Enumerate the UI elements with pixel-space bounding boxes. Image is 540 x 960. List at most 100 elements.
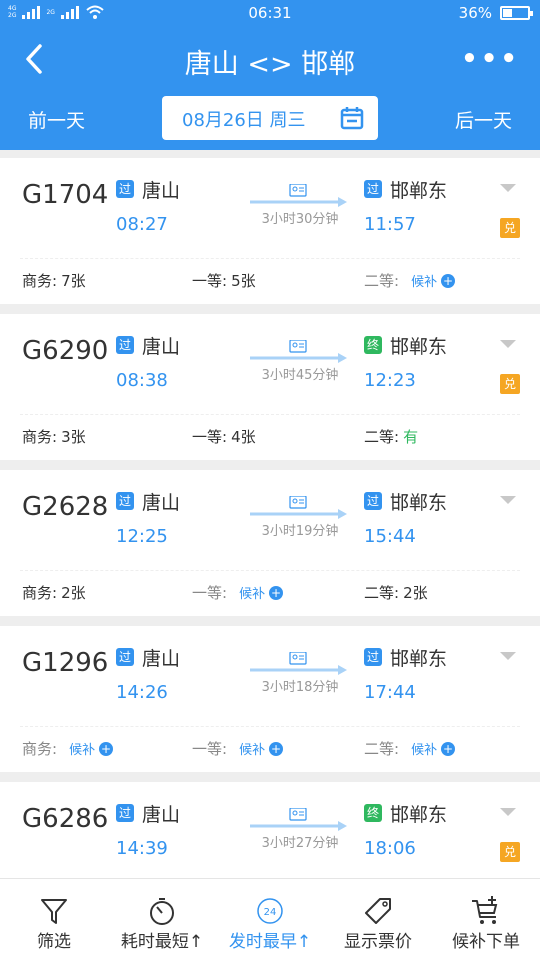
station-type-badge: 终	[364, 336, 382, 354]
arrival-station-name: 邯郸东	[390, 492, 448, 514]
seat-availability: 商务: 7张	[22, 270, 86, 291]
departure-time: 14:39	[116, 838, 168, 859]
price-tag-icon	[365, 898, 391, 924]
expand-arrow-icon[interactable]	[500, 808, 516, 816]
seat-count: 候补	[69, 743, 96, 758]
station-type-badge: 过	[364, 180, 382, 198]
arrival-time: 12:23	[364, 370, 416, 391]
train-card[interactable]: G6290 过唐山 08:38 3小时45分钟 终邯郸东 12:23 兑商务: 3张 一等: 4张…	[0, 314, 540, 460]
tab-filter-label: 筛选	[37, 932, 71, 952]
tab-waitlist-order[interactable]: 候补下单	[432, 879, 540, 960]
add-waitlist-icon[interactable]: +	[269, 741, 284, 756]
seat-class-label: 商务:	[22, 428, 58, 446]
points-exchange-badge: 兑	[500, 842, 520, 862]
clock-24-icon: 24	[257, 898, 283, 924]
page-title: 唐山 <> 邯郸	[184, 49, 356, 80]
seat-count: 2张	[403, 584, 428, 602]
station-type-badge: 过	[116, 180, 134, 198]
add-waitlist-icon[interactable]: +	[441, 741, 456, 756]
arrival-station-name: 邯郸东	[390, 804, 448, 826]
seat-count: 4张	[231, 428, 256, 446]
departure-station-name: 唐山	[142, 648, 181, 670]
train-number: G6286	[22, 804, 109, 834]
add-waitlist-icon[interactable]: +	[441, 273, 456, 288]
battery-icon	[500, 6, 533, 20]
train-number: G1704	[22, 180, 109, 210]
seat-availability: 商务: 2张	[22, 582, 86, 603]
expand-arrow-icon[interactable]	[500, 652, 516, 660]
arrival-time: 17:44	[364, 682, 416, 703]
departure-station-name: 唐山	[142, 336, 181, 358]
trip-duration: 3小时18分钟	[261, 680, 339, 695]
train-number: G6290	[22, 336, 109, 366]
station-type-badge: 过	[116, 648, 134, 666]
station-type-badge: 过	[116, 492, 134, 510]
seat-class-label: 商务:	[22, 272, 58, 290]
expand-arrow-icon[interactable]	[500, 184, 516, 192]
more-menu-icon[interactable]: •••	[461, 44, 520, 74]
departure-station-name: 唐山	[142, 180, 181, 202]
tab-shortest-duration[interactable]: 耗时最短↑	[108, 879, 216, 960]
seat-availability[interactable]: 二等: 候补 +	[364, 270, 456, 291]
tab-earliest-departure-label: 发时最早↑	[228, 932, 312, 952]
seat-count: 3张	[61, 428, 86, 446]
trip-duration: 3小时27分钟	[261, 836, 339, 851]
seat-class-label: 二等:	[364, 740, 400, 758]
train-card[interactable]: G1704 过唐山 08:27 3小时30分钟过邯郸东 11:57 兑商务: 7张 一等: 5张…	[0, 158, 540, 304]
expand-arrow-icon[interactable]	[500, 340, 516, 348]
seat-availability[interactable]: 商务: 候补 +	[22, 738, 114, 759]
seat-count: 5张	[231, 272, 256, 290]
divider	[20, 258, 520, 259]
divider	[20, 570, 520, 571]
next-day-button[interactable]: 后一天	[455, 106, 512, 133]
prev-day-button[interactable]: 前一天	[28, 106, 85, 133]
seat-class-label: 一等:	[192, 272, 228, 290]
arrival-time: 18:06	[364, 838, 416, 859]
seat-count: 有	[403, 428, 419, 446]
divider	[20, 726, 520, 727]
trip-duration: 3小时45分钟	[261, 368, 339, 383]
seat-availability: 一等: 5张	[192, 270, 256, 291]
seat-count: 候补	[239, 743, 266, 758]
add-waitlist-icon[interactable]: +	[99, 741, 114, 756]
stopwatch-icon	[150, 898, 174, 925]
header: 4G 2G 2G 06:31 36% 唐山 <> 邯郸 ••• 前一天 08月2…	[0, 0, 540, 150]
filter-icon	[41, 899, 67, 924]
tab-filter[interactable]: 筛选	[0, 879, 108, 960]
bottom-toolbar: 筛选 耗时最短↑ 24 发时最早↑ 显示票价 候补下单	[0, 878, 540, 960]
departure-station-name: 唐山	[142, 804, 181, 826]
seat-class-label: 二等:	[364, 584, 400, 602]
departure-time: 08:27	[116, 214, 168, 235]
train-card[interactable]: G1296 过唐山 14:26 3小时18分钟过邯郸东 17:44 商务: 候补 + 一等: 候补…	[0, 626, 540, 772]
departure-station-name: 唐山	[142, 492, 181, 514]
seat-class-label: 一等:	[192, 584, 228, 602]
seat-count: 候补	[239, 587, 266, 602]
seat-availability[interactable]: 一等: 候补 +	[192, 738, 284, 759]
clock-24-text: 24	[264, 907, 277, 918]
station-type-badge: 过	[116, 804, 134, 822]
station-type-badge: 过	[116, 336, 134, 354]
arrival-time: 15:44	[364, 526, 416, 547]
tab-earliest-departure[interactable]: 24 发时最早↑	[216, 879, 324, 960]
date-picker-button[interactable]: 08月26日 周三	[162, 96, 378, 140]
battery-percent: 36%	[458, 4, 492, 22]
tab-show-price-label: 显示票价	[344, 932, 412, 952]
train-card[interactable]: G2628 过唐山 12:25 3小时19分钟过邯郸东 15:44 商务: 2张 一等: 候补 +…	[0, 470, 540, 616]
tab-show-price[interactable]: 显示票价	[324, 879, 432, 960]
add-waitlist-icon[interactable]: +	[269, 585, 284, 600]
seat-class-label: 一等:	[192, 428, 228, 446]
arrival-station-name: 邯郸东	[390, 336, 448, 358]
points-exchange-badge: 兑	[500, 218, 520, 238]
seat-count: 候补	[411, 275, 438, 290]
station-type-badge: 过	[364, 492, 382, 510]
expand-arrow-icon[interactable]	[500, 496, 516, 504]
seat-count: 2张	[61, 584, 86, 602]
seat-availability[interactable]: 一等: 候补 +	[192, 582, 284, 603]
date-bar: 前一天 08月26日 周三 后一天	[0, 94, 540, 142]
selected-date: 08月26日 周三	[182, 110, 306, 131]
departure-time: 08:38	[116, 370, 168, 391]
station-type-badge: 终	[364, 804, 382, 822]
seat-availability[interactable]: 二等: 候补 +	[364, 738, 456, 759]
seat-class-label: 商务:	[22, 584, 58, 602]
arrival-station-name: 邯郸东	[390, 648, 448, 670]
